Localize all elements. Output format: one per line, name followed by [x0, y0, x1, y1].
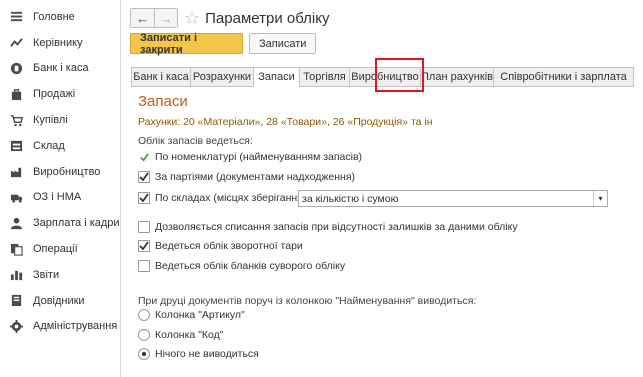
- tab-chart-of-accounts[interactable]: План рахунків: [420, 67, 493, 87]
- sidebar-item-assets[interactable]: ОЗ і НМА: [0, 185, 120, 211]
- sidebar-item-label: Керівнику: [33, 36, 83, 49]
- allow-writeoff-label: Дозволяється списання запасів при відсут…: [155, 221, 518, 233]
- sidebar-item-label: Зарплата і кадри: [33, 217, 120, 230]
- sidebar-item-main[interactable]: Головне: [0, 4, 120, 30]
- tab-bar: Банк і каса Розрахунки Запаси Торгівля В…: [131, 67, 634, 87]
- by-warehouses-checkbox[interactable]: [138, 192, 150, 204]
- radio-nothing-label: Нічого не виводиться: [155, 348, 259, 360]
- returnable-packaging-label: Ведеться облік зворотної тари: [155, 240, 303, 252]
- radio-nothing-row[interactable]: Нічого не виводиться: [138, 348, 259, 360]
- by-batches-checkbox[interactable]: [138, 171, 150, 183]
- sidebar-item-label: ОЗ і НМА: [33, 191, 82, 204]
- by-warehouses-label: По складах (місцях зберігання):: [155, 192, 310, 204]
- warehouse-accounting-value: за кількістю і сумою: [302, 192, 399, 205]
- toolbar: Записати і закрити Записати: [130, 32, 317, 56]
- shopping-bag-icon: [9, 87, 23, 101]
- truck-icon: [9, 190, 23, 204]
- sidebar-item-operations[interactable]: Операції: [0, 236, 120, 262]
- sidebar-item-manager[interactable]: Керівнику: [0, 30, 120, 56]
- tab-bank[interactable]: Банк і каса: [131, 67, 190, 87]
- cart-icon: [9, 113, 23, 127]
- coin-icon: [9, 61, 23, 75]
- star-icon[interactable]: ☆: [184, 9, 200, 27]
- warehouse-accounting-select[interactable]: за кількістю і сумою ▾: [298, 190, 608, 207]
- warehouse-icon: [9, 139, 23, 153]
- factory-icon: [9, 165, 23, 179]
- radio-article-row[interactable]: Колонка "Артикул": [138, 309, 245, 321]
- book-icon: [9, 294, 23, 308]
- returnable-packaging-row[interactable]: Ведеться облік зворотної тари: [138, 240, 303, 252]
- tab-employees[interactable]: Співробітники і зарплата: [493, 67, 634, 87]
- by-warehouses-row[interactable]: По складах (місцях зберігання):: [138, 192, 309, 204]
- operations-icon: [9, 242, 23, 256]
- tab-trade[interactable]: Торгівля: [299, 67, 349, 87]
- sidebar-item-salary[interactable]: Зарплата і кадри: [0, 210, 120, 236]
- section-heading: Запаси: [138, 93, 188, 110]
- save-button[interactable]: Записати: [249, 33, 317, 54]
- by-batches-row[interactable]: За партіями (документами надходження): [138, 171, 355, 183]
- sidebar-item-reports[interactable]: Звіти: [0, 262, 120, 288]
- tab-production[interactable]: Виробництво: [349, 67, 420, 87]
- chart-line-icon: [9, 36, 23, 50]
- tab-inventory[interactable]: Запаси: [253, 67, 299, 87]
- sidebar-item-production[interactable]: Виробництво: [0, 159, 120, 185]
- sidebar-item-label: Довідники: [33, 294, 85, 307]
- chevron-down-icon[interactable]: ▾: [593, 191, 607, 206]
- save-and-close-button[interactable]: Записати і закрити: [130, 32, 243, 56]
- sidebar-item-label: Банк і каса: [33, 62, 89, 75]
- radio-article-label: Колонка "Артикул": [155, 309, 245, 321]
- allow-writeoff-row[interactable]: Дозволяється списання запасів при відсут…: [138, 221, 518, 233]
- page-title: Параметри обліку: [205, 9, 330, 27]
- gear-icon: [9, 319, 23, 333]
- radio-selected-dot: [142, 352, 146, 356]
- sidebar-item-label: Виробництво: [33, 165, 101, 178]
- sidebar-item-label: Склад: [33, 139, 65, 152]
- forward-button[interactable]: →: [154, 9, 177, 27]
- by-nomenclature-row: По номенклатурі (найменуванням запасів): [138, 151, 362, 163]
- returnable-packaging-checkbox[interactable]: [138, 240, 150, 252]
- radio-nothing[interactable]: [138, 348, 150, 360]
- allow-writeoff-checkbox[interactable]: [138, 221, 150, 233]
- nav-buttons: ← →: [130, 8, 178, 28]
- radio-code[interactable]: [138, 329, 150, 341]
- sidebar-item-label: Купівлі: [33, 114, 68, 127]
- strict-forms-checkbox[interactable]: [138, 260, 150, 272]
- strict-forms-row[interactable]: Ведеться облік бланків суворого обліку: [138, 260, 345, 272]
- sidebar-item-sales[interactable]: Продажі: [0, 81, 120, 107]
- sidebar-item-purchases[interactable]: Купівлі: [0, 107, 120, 133]
- sidebar-item-admin[interactable]: Адміністрування: [0, 314, 120, 340]
- by-batches-label: За партіями (документами надходження): [155, 171, 356, 183]
- radio-code-label: Колонка "Код": [155, 329, 224, 341]
- checkmark-icon: [138, 152, 150, 162]
- title-bar: ← → ☆ Параметри обліку: [130, 7, 329, 29]
- sidebar-item-bank[interactable]: Банк і каса: [0, 56, 120, 82]
- by-nomenclature-label: По номенклатурі (найменуванням запасів): [155, 151, 363, 163]
- bar-chart-icon: [9, 268, 23, 282]
- menu-icon: [9, 10, 23, 24]
- person-icon: [9, 216, 23, 230]
- sidebar-item-label: Адміністрування: [33, 320, 118, 333]
- main-panel: ← → ☆ Параметри обліку Записати і закрит…: [122, 0, 643, 377]
- inventory-accounting-label: Облік запасів ведеться:: [138, 135, 253, 147]
- sidebar-item-catalogs[interactable]: Довідники: [0, 288, 120, 314]
- sidebar: Головне Керівнику Банк і каса Продажі Ку…: [0, 0, 121, 377]
- sidebar-item-label: Звіти: [33, 268, 60, 281]
- tab-settlements[interactable]: Розрахунки: [190, 67, 253, 87]
- sidebar-item-warehouse[interactable]: Склад: [0, 133, 120, 159]
- sidebar-item-label: Продажі: [33, 88, 76, 101]
- radio-article[interactable]: [138, 309, 150, 321]
- strict-forms-label: Ведеться облік бланків суворого обліку: [155, 260, 346, 272]
- sidebar-item-label: Головне: [33, 10, 75, 23]
- back-button[interactable]: ←: [131, 9, 154, 27]
- accounts-link[interactable]: Рахунки: 20 «Матеріали», 28 «Товари», 26…: [138, 116, 433, 128]
- print-column-label: При друці документів поруч із колонкою "…: [138, 295, 477, 307]
- sidebar-item-label: Операції: [33, 243, 78, 256]
- radio-code-row[interactable]: Колонка "Код": [138, 329, 224, 341]
